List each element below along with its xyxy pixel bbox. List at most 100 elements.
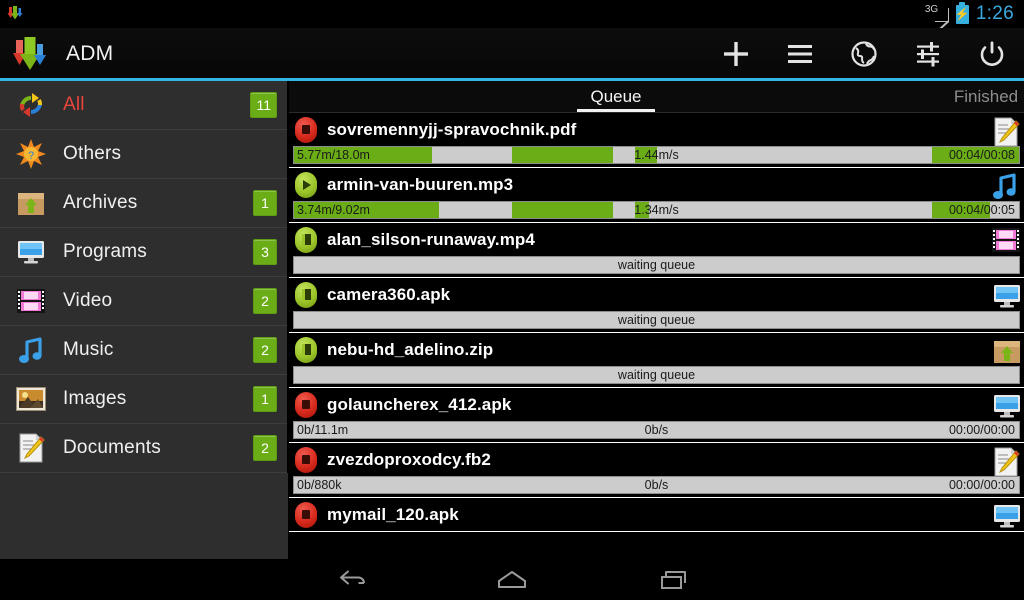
document-pencil-icon — [14, 431, 48, 465]
pause-button[interactable] — [295, 226, 317, 253]
plus-icon — [724, 42, 748, 66]
stop-button[interactable] — [295, 116, 317, 143]
document-pencil-icon — [992, 447, 1020, 476]
download-filename: alan_silson-runaway.mp4 — [327, 229, 535, 249]
sunburst-icon: ? — [14, 137, 48, 171]
nav-recents-button[interactable] — [648, 564, 700, 596]
download-row-header: sovremennyjj-spravochnik.pdf — [289, 113, 1024, 146]
download-row-header: alan_silson-runaway.mp4 — [289, 223, 1024, 256]
pause-button[interactable] — [295, 281, 317, 308]
music-note-icon — [992, 172, 1018, 199]
monitor-icon — [14, 235, 48, 269]
film-strip-icon — [992, 227, 1020, 253]
progress-speed-label: 1.44m/s — [634, 148, 679, 162]
tab-queue[interactable]: Queue — [577, 87, 655, 112]
download-row-header: nebu-hd_adelino.zip — [289, 333, 1024, 366]
refresh-arrows-icon — [14, 88, 48, 122]
stop-button[interactable] — [295, 446, 317, 473]
download-filename: camera360.apk — [327, 284, 451, 304]
adm-notification-icon — [7, 6, 23, 20]
download-row[interactable]: camera360.apk waiting queue — [289, 278, 1024, 333]
download-row[interactable]: zvezdoproxodcy.fb2 0b/880k 0b/s 00:00/00:0… — [289, 443, 1024, 498]
status-bar-notifications — [0, 4, 26, 24]
play-button[interactable] — [295, 171, 317, 198]
sidebar-item-archives[interactable]: Archives 1 — [0, 179, 287, 228]
action-bar: ADM — [0, 28, 1024, 80]
sidebar-item-others[interactable]: ? Others — [0, 130, 287, 179]
download-row[interactable]: sovremennyjj-spravochnik.pdf 5.77m/18.0m… — [289, 113, 1024, 168]
progress-speed-label: 0b/s — [644, 423, 669, 437]
action-bar-buttons — [704, 28, 1024, 80]
sidebar-item-label: Archives — [63, 192, 138, 213]
settings-button[interactable] — [896, 28, 960, 80]
nav-back-button[interactable] — [324, 564, 376, 596]
download-filename: golauncherex_412.apk — [327, 394, 512, 414]
sidebar-item-programs[interactable]: Programs 3 — [0, 228, 287, 277]
sidebar-item-badge: 11 — [250, 92, 277, 118]
sidebar-item-images[interactable]: Images 1 — [0, 375, 287, 424]
pause-button[interactable] — [295, 336, 317, 363]
back-arrow-icon — [340, 570, 365, 584]
download-filename: zvezdoproxodcy.fb2 — [327, 449, 491, 469]
download-row[interactable]: alan_silson-runaway.mp4 waiting queue — [289, 223, 1024, 278]
download-row[interactable]: mymail_120.apk — [289, 498, 1024, 532]
progress-bar[interactable]: 5.77m/18.0m 1.44m/s 00:04/00:08 — [293, 146, 1020, 164]
progress-speed-label: 0b/s — [644, 478, 669, 492]
progress-time-label: 00:04/00:08 — [948, 148, 1015, 162]
sidebar-item-label: Images — [63, 388, 127, 409]
svg-text:?: ? — [28, 150, 34, 162]
sidebar-item-label: Documents — [63, 437, 161, 458]
power-icon — [980, 41, 1004, 66]
category-sidebar: All 11 ? Others Archives 1 Programs 3 Vi… — [0, 81, 288, 559]
downloads-panel: Queue Finished sovremennyjj-spravochnik.… — [289, 81, 1024, 559]
sidebar-item-video[interactable]: Video 2 — [0, 277, 287, 326]
content-area: All 11 ? Others Archives 1 Programs 3 Vi… — [0, 81, 1024, 559]
progress-bar[interactable]: 0b/11.1m 0b/s 00:00/00:00 — [293, 421, 1020, 439]
waiting-status-bar: waiting queue — [293, 311, 1020, 329]
monitor-icon — [992, 502, 1020, 528]
music-note-icon — [14, 333, 48, 367]
signal-3g-icon: 3G — [925, 4, 949, 35]
progress-time-label: 00:00/00:00 — [948, 478, 1015, 492]
download-filename: sovremennyjj-spravochnik.pdf — [327, 119, 577, 139]
monitor-icon — [992, 282, 1020, 308]
recents-icon — [661, 570, 686, 589]
waiting-status-bar: waiting queue — [293, 256, 1020, 274]
download-row[interactable]: armin-van-buuren.mp3 3.74m/9.02m 1.34m/s 0… — [289, 168, 1024, 223]
picture-icon — [14, 382, 48, 416]
nav-home-button[interactable] — [486, 564, 538, 596]
sidebar-item-label: All — [63, 94, 85, 115]
download-list[interactable]: sovremennyjj-spravochnik.pdf 5.77m/18.0m… — [289, 113, 1024, 559]
download-row-header: mymail_120.apk — [289, 498, 1024, 531]
exit-button[interactable] — [960, 28, 1024, 80]
sidebar-item-badge: 1 — [253, 190, 277, 216]
hamburger-menu-icon — [788, 45, 812, 63]
sidebar-empty-space — [0, 473, 288, 559]
progress-bar[interactable]: 0b/880k 0b/s 00:00/00:00 — [293, 476, 1020, 494]
progress-bar[interactable]: 3.74m/9.02m 1.34m/s 00:04/00:05 — [293, 201, 1020, 219]
monitor-icon — [992, 392, 1020, 418]
sidebar-item-all[interactable]: All 11 — [0, 81, 287, 130]
sidebar-item-badge: 2 — [253, 288, 277, 314]
browser-button[interactable] — [832, 28, 896, 80]
stop-button[interactable] — [295, 501, 317, 528]
stop-button[interactable] — [295, 391, 317, 418]
sidebar-item-documents[interactable]: Documents 2 — [0, 424, 287, 473]
progress-time-label: 00:00/00:00 — [948, 423, 1015, 437]
download-row-header: golauncherex_412.apk — [289, 388, 1024, 421]
download-row-header: zvezdoproxodcy.fb2 — [289, 443, 1024, 476]
menu-button[interactable] — [768, 28, 832, 80]
add-download-button[interactable] — [704, 28, 768, 80]
sidebar-item-label: Others — [63, 143, 122, 164]
app-title: ADM — [66, 42, 114, 65]
progress-speed-label: 1.34m/s — [634, 203, 679, 217]
tab-finished[interactable]: Finished — [931, 87, 1024, 112]
document-pencil-icon — [992, 117, 1020, 146]
sidebar-item-music[interactable]: Music 2 — [0, 326, 287, 375]
download-row-header: camera360.apk — [289, 278, 1024, 311]
sidebar-item-badge: 3 — [253, 239, 277, 265]
download-row[interactable]: golauncherex_412.apk 0b/11.1m 0b/s 00:00/0… — [289, 388, 1024, 443]
download-row[interactable]: nebu-hd_adelino.zip waiting queue — [289, 333, 1024, 388]
android-navigation-bar — [0, 559, 1024, 600]
status-bar-right: 3G ⚡ 1:26 — [925, 1, 1024, 35]
